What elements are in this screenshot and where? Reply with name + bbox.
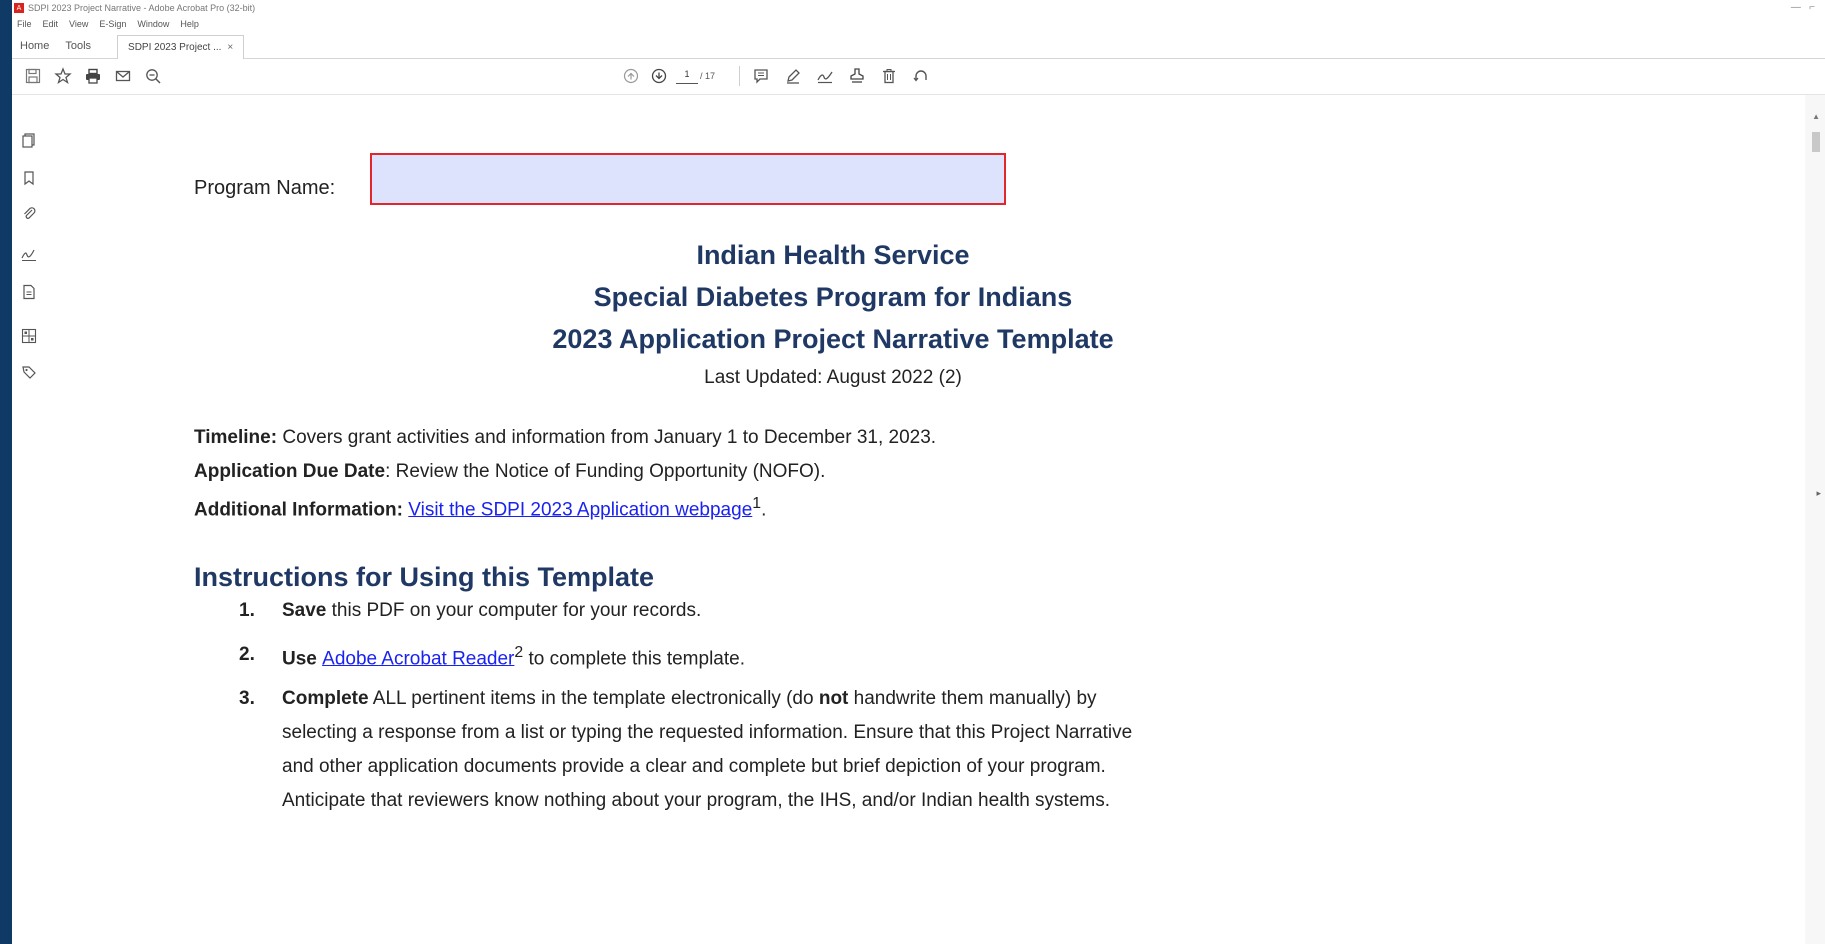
- attachments-icon[interactable]: [20, 205, 38, 223]
- zoom-out-icon[interactable]: [142, 65, 164, 87]
- list-text: Complete ALL pertinent items in the temp…: [282, 688, 1097, 710]
- page-number-input[interactable]: 1: [676, 69, 698, 84]
- list-bold-not: not: [818, 688, 849, 709]
- menu-help[interactable]: Help: [180, 19, 199, 29]
- menu-view[interactable]: View: [69, 19, 88, 29]
- signatures-icon[interactable]: [20, 245, 38, 263]
- timeline-label: Timeline:: [194, 427, 278, 448]
- org-title: Indian Health Service: [696, 240, 970, 270]
- program-name-field[interactable]: [370, 153, 1006, 205]
- page-thumbnails-icon[interactable]: [20, 131, 38, 149]
- acrobat-window: A SDPI 2023 Project Narrative - Adobe Ac…: [12, 0, 1825, 944]
- due-date-text: : Review the Notice of Funding Opportuni…: [385, 461, 826, 482]
- timeline-text: Covers grant activities and information …: [277, 427, 937, 448]
- tab-document-label: SDPI 2023 Project ...: [128, 42, 222, 53]
- list-body: this PDF on your computer for your recor…: [326, 600, 702, 621]
- scroll-thumb[interactable]: [1812, 132, 1820, 152]
- additional-info-end: .: [761, 499, 767, 521]
- list-bold: Save: [282, 600, 327, 621]
- collapse-right-panel-icon[interactable]: ▸: [1816, 488, 1821, 499]
- highlight-pen-icon[interactable]: [782, 65, 804, 87]
- window-title: SDPI 2023 Project Narrative - Adobe Acro…: [28, 3, 256, 13]
- timeline-line: Timeline: Covers grant activities and in…: [194, 427, 936, 449]
- fill-sign-icon[interactable]: [814, 65, 836, 87]
- paragraph-line: selecting a response from a list or typi…: [282, 722, 1133, 743]
- program-name-label: Program Name:: [194, 177, 336, 199]
- acrobat-logo-icon: A: [14, 3, 24, 13]
- content-structure-icon[interactable]: [20, 327, 38, 345]
- footnote-ref-1: 1: [752, 495, 762, 512]
- list-bold: Use: [282, 648, 323, 670]
- menu-bar: File Edit View E-Sign Window Help: [12, 16, 205, 32]
- tab-home[interactable]: Home: [12, 34, 57, 58]
- previous-page-icon[interactable]: [620, 65, 642, 87]
- tab-document[interactable]: SDPI 2023 Project ... ×: [117, 35, 245, 59]
- menu-edit[interactable]: Edit: [43, 19, 59, 29]
- left-navigation-rail: [12, 95, 49, 944]
- toolbar: 1 / 17: [12, 58, 1825, 95]
- template-title: 2023 Application Project Narrative Templ…: [552, 324, 1114, 354]
- tab-tools[interactable]: Tools: [57, 34, 99, 58]
- scroll-up-icon[interactable]: ▲: [1812, 112, 1820, 121]
- menu-esign[interactable]: E-Sign: [99, 19, 126, 29]
- list-bold: Complete: [282, 688, 369, 709]
- document-properties-icon[interactable]: [20, 283, 38, 301]
- undo-icon[interactable]: [910, 65, 932, 87]
- program-title: Special Diabetes Program for Indians: [593, 282, 1073, 312]
- due-date-label: Application Due Date: [194, 461, 386, 482]
- stamp-icon[interactable]: [846, 65, 868, 87]
- page-navigation: 1 / 17: [620, 65, 932, 87]
- list-number: 3.: [239, 688, 255, 709]
- bookmark-star-icon[interactable]: [52, 65, 74, 87]
- due-date-line: Application Due Date: Review the Notice …: [194, 461, 825, 483]
- list-text: Use Adobe Acrobat Reader2 to complete th…: [282, 644, 745, 670]
- paragraph-line: and other application documents provide …: [282, 756, 1106, 777]
- additional-info-line: Additional Information: Visit the SDPI 2…: [194, 495, 766, 521]
- title-bar: A SDPI 2023 Project Narrative - Adobe Ac…: [12, 0, 1825, 16]
- list-body: handwrite them manually) by: [848, 688, 1097, 709]
- comment-icon[interactable]: [750, 65, 772, 87]
- footnote-ref-2: 2: [514, 644, 524, 661]
- bookmarks-icon[interactable]: [20, 169, 38, 187]
- list-body: ALL pertinent items in the template elec…: [368, 688, 819, 709]
- save-icon[interactable]: [22, 65, 44, 87]
- email-icon[interactable]: [112, 65, 134, 87]
- list-number: 1.: [239, 600, 255, 621]
- paragraph-line: Anticipate that reviewers know nothing a…: [282, 790, 1111, 811]
- vertical-scrollbar[interactable]: [1805, 95, 1825, 944]
- next-page-icon[interactable]: [648, 65, 670, 87]
- pdf-page: Program Name: Indian Health Service Spec…: [48, 95, 1805, 944]
- tags-icon[interactable]: [20, 363, 38, 381]
- additional-info-label: Additional Information:: [194, 499, 409, 521]
- instructions-heading: Instructions for Using this Template: [194, 562, 655, 592]
- window-controls[interactable]: — ⌐: [1791, 2, 1815, 13]
- page-total: / 17: [700, 71, 716, 81]
- list-text: Save this PDF on your computer for your …: [282, 600, 701, 622]
- list-number: 2.: [239, 644, 255, 665]
- list-body: to complete this template.: [523, 648, 745, 670]
- menu-file[interactable]: File: [17, 19, 32, 29]
- close-tab-icon[interactable]: ×: [227, 42, 233, 53]
- toolbar-divider: [739, 66, 741, 86]
- sdpi-webpage-link[interactable]: Visit the SDPI 2023 Application webpage: [408, 499, 752, 520]
- print-icon[interactable]: [82, 65, 104, 87]
- delete-icon[interactable]: [878, 65, 900, 87]
- tab-bar: Home Tools SDPI 2023 Project ... ×: [12, 34, 1825, 59]
- menu-window[interactable]: Window: [137, 19, 169, 29]
- last-updated: Last Updated: August 2022 (2): [704, 367, 962, 388]
- adobe-reader-link[interactable]: Adobe Acrobat Reader: [322, 648, 514, 669]
